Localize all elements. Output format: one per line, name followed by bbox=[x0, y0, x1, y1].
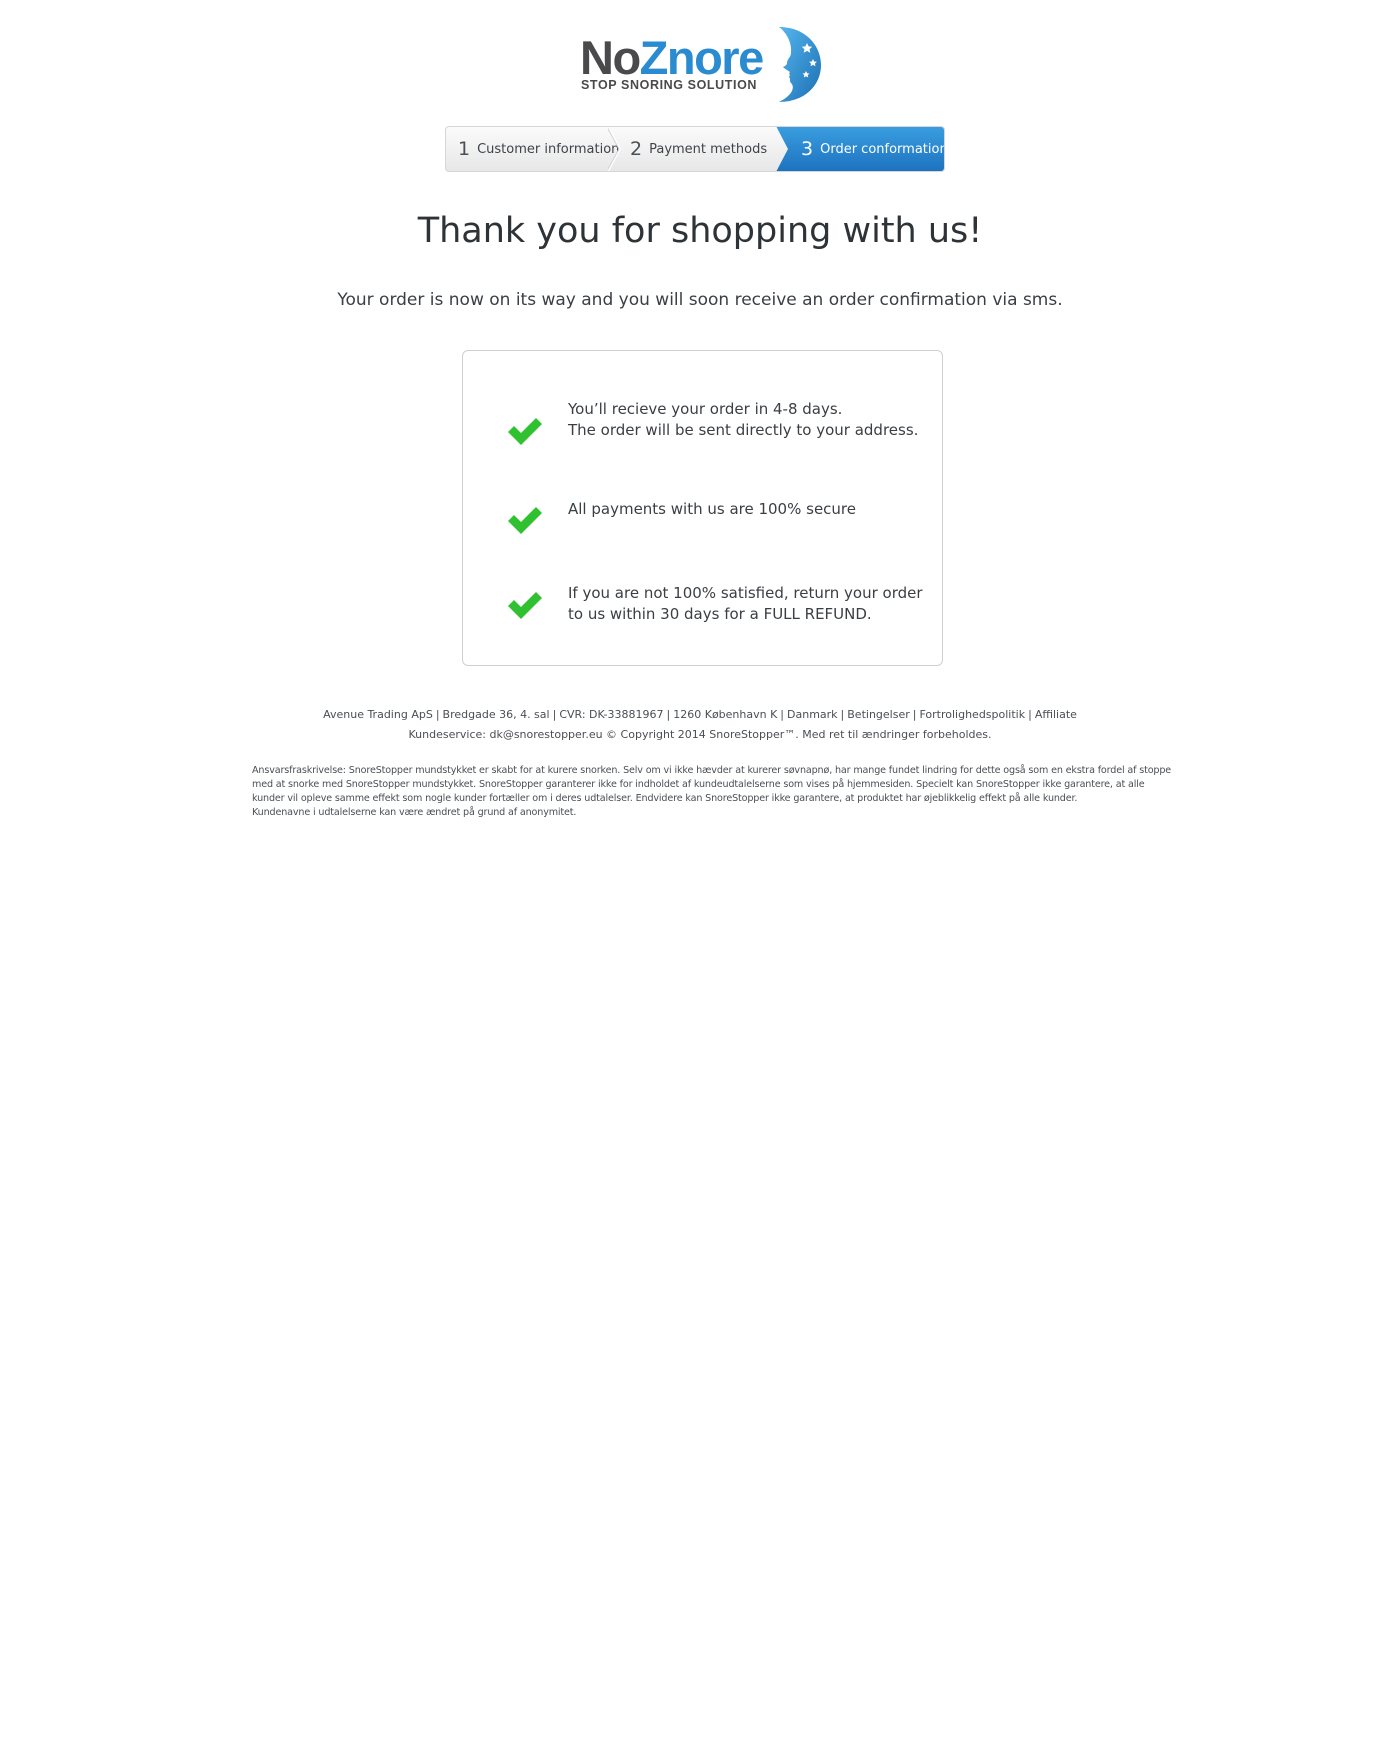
footer-link-affiliate[interactable]: Affiliate bbox=[1035, 708, 1077, 721]
step-order-conformation[interactable]: 3 Order conformation bbox=[801, 127, 945, 171]
benefit-item: You’ll recieve your order in 4-8 days. T… bbox=[463, 399, 943, 459]
footer-country: Danmark bbox=[787, 708, 838, 721]
footer-cvr: CVR: DK-33881967 bbox=[559, 708, 664, 721]
checkout-steps: 1 Customer information 2 Payment methods… bbox=[445, 126, 945, 172]
brand-logo[interactable]: NoZnore STOP SNORING SOLUTION bbox=[578, 25, 823, 105]
page-title: Thank you for shopping with us! bbox=[417, 211, 983, 251]
check-icon bbox=[508, 592, 542, 619]
benefit-text: You’ll recieve your order in 4-8 days. T… bbox=[568, 400, 919, 439]
disclaimer-text: Ansvarsfraskrivelse: SnoreStopper mundst… bbox=[252, 765, 1172, 818]
check-icon bbox=[508, 418, 542, 445]
order-confirmation-page: NoZnore STOP SNORING SOLUTION 1 Customer… bbox=[0, 0, 1400, 1742]
page-subtitle: Your order is now on its way and you wil… bbox=[337, 290, 1063, 310]
step-payment-methods[interactable]: 2 Payment methods bbox=[630, 127, 767, 171]
benefit-item: All payments with us are 100% secure bbox=[463, 499, 943, 559]
step-number: 2 bbox=[630, 138, 643, 160]
footer-company-info: Avenue Trading ApS | Bredgade 36, 4. sal | C… bbox=[323, 708, 1077, 721]
footer-link-terms[interactable]: Betingelser bbox=[847, 708, 909, 721]
footer-link-privacy[interactable]: Fortrolighedspolitik bbox=[919, 708, 1025, 721]
footer-city: 1260 København K bbox=[673, 708, 778, 721]
moon-face-icon bbox=[779, 27, 821, 102]
footer-address: Bredgade 36, 4. sal bbox=[442, 708, 550, 721]
step-divider bbox=[608, 127, 622, 171]
benefit-text: All payments with us are 100% secure bbox=[568, 500, 856, 518]
benefit-item: If you are not 100% satisfied, return yo… bbox=[463, 583, 943, 643]
logo-tagline: STOP SNORING SOLUTION bbox=[581, 78, 758, 92]
step-label: Payment methods bbox=[649, 141, 768, 157]
benefit-text: If you are not 100% satisfied, return yo… bbox=[568, 584, 923, 623]
footer-customer-service: Kundeservice: dk@snorestopper.eu © Copyr… bbox=[408, 728, 992, 741]
step-label: Customer information bbox=[477, 141, 620, 157]
check-icon bbox=[508, 507, 542, 534]
logo-wordmark: NoZnore bbox=[580, 31, 764, 84]
footer-company: Avenue Trading ApS bbox=[323, 708, 433, 721]
step-label: Order conformation bbox=[820, 141, 945, 157]
benefits-box: You’ll recieve your order in 4-8 days. T… bbox=[462, 350, 943, 666]
step-number: 1 bbox=[458, 138, 471, 160]
step-customer-information[interactable]: 1 Customer information bbox=[458, 127, 619, 171]
step-number: 3 bbox=[801, 138, 814, 160]
